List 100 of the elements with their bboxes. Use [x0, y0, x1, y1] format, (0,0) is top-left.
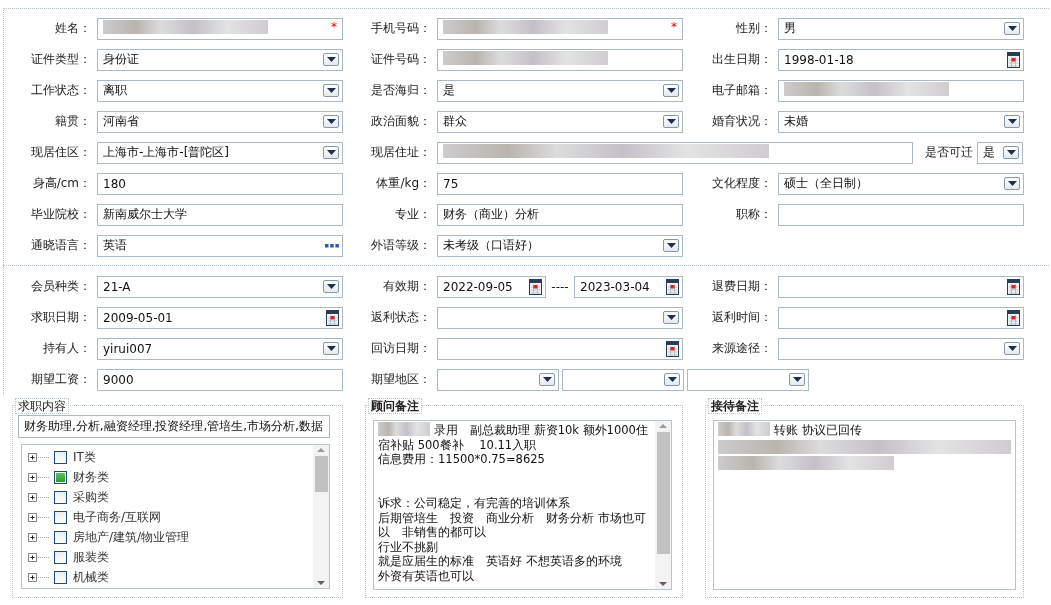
tree-item[interactable]: IT类 — [73, 448, 96, 466]
calendar-icon[interactable] — [666, 278, 679, 295]
notes-textarea[interactable]: 转账 协议已回传 — [713, 420, 1016, 590]
field-label: 毕业院校： — [30, 206, 92, 223]
field-label: 求职日期： — [30, 309, 92, 326]
field-label: 专业： — [394, 206, 432, 223]
field-label: 职称： — [735, 206, 773, 223]
field-label: 来源途径： — [711, 340, 773, 357]
calendar-icon[interactable] — [1007, 309, 1020, 326]
field-label: 现居住区： — [30, 144, 92, 161]
notes-textarea[interactable]: 录用 副总裁助理 薪资10k 额外1000住 宿补贴 500餐补 10.11入职 信息费用：11500*0.75=8625 诉求：公司稳定，有完善的培训体系 后期管培生 投资 商业分析 财务分析 市场也可 以 非销售的都可以 行业不挑剔 就是应届生的标准 英语好 不想英语多的环境 外资有英语也可以 — [373, 420, 672, 590]
field-label: 手机号码： — [370, 20, 432, 37]
note-text: 外资有英语也可以 — [378, 568, 474, 583]
text-field[interactable]: 财务（商业）分析 — [437, 203, 683, 226]
checkbox[interactable] — [54, 490, 67, 504]
field-label: 外语等级： — [370, 237, 432, 254]
note-text: 后期管培生 投资 商业分析 财务分析 市场也可 — [378, 510, 646, 525]
field-label: 政治面貌： — [370, 113, 432, 130]
text-field[interactable]: 新南威尔士大学 — [97, 203, 343, 226]
scrollbar[interactable] — [655, 421, 671, 589]
dropdown[interactable]: 离职 — [97, 79, 343, 102]
group-title: 顾问备注 — [368, 398, 422, 414]
date-field[interactable]: 2009-05-01 — [97, 306, 343, 329]
field-label: 现居住址： — [370, 144, 432, 161]
calendar-icon[interactable] — [1007, 278, 1020, 295]
dropdown[interactable]: 群众 — [437, 110, 683, 133]
dropdown[interactable]: 硕士（全日制） — [778, 172, 1024, 195]
ellipsis-icon[interactable] — [325, 243, 339, 248]
field-label: 有效期： — [382, 278, 432, 295]
field-label: 返利时间： — [711, 309, 773, 326]
date-field[interactable] — [437, 337, 683, 360]
field-label: 体重/kg： — [375, 175, 432, 192]
text-field[interactable]: * — [97, 17, 343, 40]
tree-item[interactable]: 服装类 — [73, 548, 109, 566]
checkbox[interactable] — [54, 530, 67, 544]
tree-item[interactable]: 房地产/建筑/物业管理 — [73, 528, 190, 546]
calendar-icon[interactable] — [529, 278, 542, 295]
text-field[interactable] — [437, 48, 683, 71]
date-field[interactable]: 2023-03-04 — [574, 275, 683, 298]
field-label: 持有人： — [42, 340, 92, 357]
field-label: 返利状态： — [370, 309, 432, 326]
note-text: 就是应届生的标准 英语好 不想英语多的环境 — [378, 554, 622, 569]
dropdown[interactable]: 河南省 — [97, 110, 343, 133]
dropdown[interactable]: 是 — [977, 141, 1023, 164]
text-field[interactable]: 财务助理,分析,融资经理,投资经理,管培生,市场分析,数据 — [18, 415, 330, 438]
checkbox[interactable] — [54, 570, 67, 584]
text-field[interactable]: 180 — [97, 172, 343, 195]
calendar-icon[interactable] — [1007, 51, 1020, 68]
dropdown[interactable]: 未婚 — [778, 110, 1024, 133]
field-label: 证件号码： — [370, 51, 432, 68]
lookup-field[interactable]: 英语 — [97, 234, 343, 257]
text-field[interactable]: 9000 — [97, 368, 343, 391]
tree-item[interactable]: 机械类 — [73, 568, 109, 586]
text-field[interactable]: * — [437, 17, 683, 40]
note-text: 转账 协议已回传 — [774, 423, 862, 437]
checkbox[interactable] — [54, 550, 67, 564]
date-field[interactable]: 1998-01-18 — [778, 48, 1024, 71]
tree-item[interactable]: 采购类 — [73, 488, 109, 506]
tree-item[interactable]: 电子商务/互联网 — [73, 508, 162, 526]
required-mark: * — [671, 19, 677, 34]
dropdown[interactable]: 是 — [437, 79, 683, 102]
checkbox[interactable] — [54, 470, 67, 484]
field-label: 是否可迁 — [925, 144, 973, 161]
dropdown[interactable]: 上海市-上海市-[普陀区] — [97, 141, 343, 164]
date-field[interactable] — [778, 306, 1024, 329]
field-label: 证件类型： — [30, 51, 92, 68]
field-label: 性别： — [735, 20, 773, 37]
dropdown[interactable]: 未考级（口语好） — [437, 234, 683, 257]
note-text: 诉求：公司稳定，有完善的培训体系 — [378, 495, 570, 510]
text-field[interactable]: 75 — [437, 172, 683, 195]
calendar-icon[interactable] — [326, 309, 339, 326]
checkbox[interactable] — [54, 450, 67, 464]
scrollbar[interactable] — [313, 445, 329, 588]
field-label: 期望工资： — [30, 371, 92, 388]
date-field[interactable] — [778, 275, 1024, 298]
field-label: 回访日期： — [370, 340, 432, 357]
field-label: 退费日期： — [711, 278, 773, 295]
field-label: 身高/cm： — [31, 175, 92, 192]
date-field[interactable]: 2022-09-05 — [437, 275, 546, 298]
note-text: 信息费用：11500*0.75=8625 — [378, 452, 545, 467]
checkbox[interactable] — [54, 510, 67, 524]
field-label: 婚育状况： — [711, 113, 773, 130]
field-label: 是否海归： — [370, 82, 432, 99]
text-field[interactable] — [778, 203, 1024, 226]
text-field[interactable] — [778, 79, 1024, 102]
dropdown[interactable]: yirui007 — [97, 337, 343, 360]
field-label: 会员种类： — [30, 278, 92, 295]
dropdown[interactable]: 21-A — [97, 275, 343, 298]
calendar-icon[interactable] — [666, 340, 679, 357]
dropdown[interactable]: 身份证 — [97, 48, 343, 71]
dropdown[interactable]: 男 — [778, 17, 1024, 40]
text-field[interactable] — [437, 141, 913, 164]
field-label: 通晓语言： — [30, 237, 92, 254]
field-label: 电子邮箱： — [711, 82, 773, 99]
range-separator: ---- — [550, 279, 570, 294]
tree-item[interactable]: 财务类 — [73, 468, 109, 486]
field-label: 姓名： — [54, 20, 92, 37]
field-label: 文化程度： — [711, 175, 773, 192]
note-text: 以 非销售的都可以 — [378, 525, 486, 540]
note-text: 宿补贴 500餐补 10.11入职 — [378, 437, 537, 452]
